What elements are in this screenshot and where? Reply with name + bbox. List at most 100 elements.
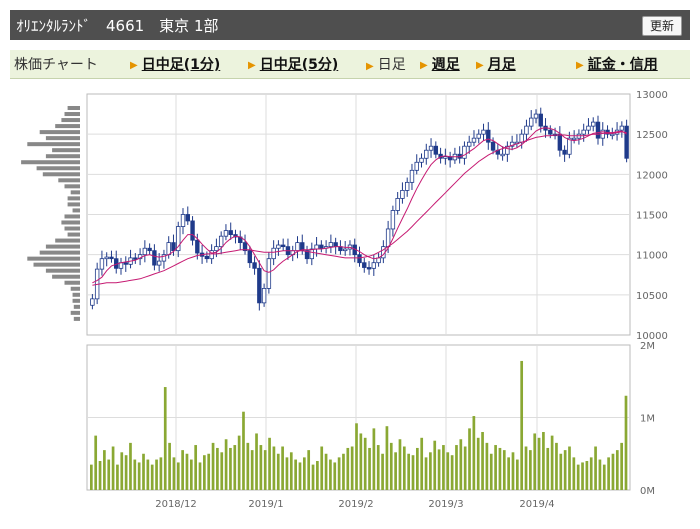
- volume-bar: [142, 453, 145, 490]
- volume-bar: [333, 462, 337, 490]
- candle-body: [156, 260, 162, 266]
- price-profile-bar: [33, 262, 80, 267]
- volume-bar: [307, 450, 311, 490]
- volume-bar: [463, 446, 467, 490]
- volume-bar: [437, 449, 441, 490]
- volume-bar: [311, 464, 315, 490]
- volume-bar: [90, 464, 93, 490]
- price-profile-bar: [39, 250, 80, 255]
- price-profile-bar: [61, 220, 80, 225]
- volume-bar: [442, 445, 445, 490]
- candle-body: [223, 230, 229, 237]
- volume-bar: [302, 457, 306, 490]
- price-profile-bar: [52, 274, 80, 279]
- candle-body: [180, 214, 186, 227]
- volume-bar: [459, 439, 463, 490]
- candle-body: [319, 244, 324, 249]
- volume-bar: [272, 446, 276, 490]
- candle-body: [257, 267, 262, 304]
- candle-body: [195, 239, 200, 254]
- candle-body: [462, 145, 467, 159]
- volume-bar: [398, 439, 402, 490]
- candle-body: [366, 267, 372, 270]
- volume-bar: [346, 447, 350, 490]
- volume-tick-label: 1M: [640, 414, 655, 425]
- volume-bar: [220, 452, 224, 490]
- x-tick-label: 2019/2: [338, 499, 373, 510]
- volume-bar: [107, 459, 111, 490]
- candle-body: [529, 117, 534, 127]
- volume-bar: [176, 462, 180, 490]
- candle-body: [385, 228, 391, 248]
- candle-body: [109, 256, 114, 260]
- volume-bar: [424, 457, 428, 490]
- candle-body: [152, 250, 157, 266]
- price-profile-bar: [61, 118, 80, 123]
- candle-body: [562, 149, 567, 155]
- volume-bar: [211, 442, 215, 490]
- price-profile-bar: [67, 196, 80, 201]
- volume-bar: [607, 457, 610, 490]
- stock-chart: 130001250012000115001100010500100002M1M0…: [21, 90, 668, 510]
- candle-body: [276, 244, 281, 249]
- volume-bar: [316, 461, 319, 490]
- volume-bar: [363, 437, 367, 490]
- price-profile-bar: [21, 160, 81, 165]
- candle-body: [400, 189, 405, 199]
- candle-body: [404, 181, 410, 191]
- candle-body: [280, 244, 286, 248]
- price-profile-bar: [39, 130, 80, 135]
- volume-bar: [615, 450, 619, 490]
- volume-bar: [494, 445, 497, 490]
- candle-body: [204, 255, 210, 260]
- volume-bar: [342, 453, 345, 490]
- volume-bar: [572, 457, 576, 490]
- candle-body: [557, 133, 563, 151]
- volume-bar: [546, 447, 550, 490]
- candle-body: [271, 247, 276, 260]
- volume-bar: [168, 442, 171, 490]
- volume-bar: [563, 450, 567, 490]
- price-profile-bar: [72, 298, 80, 303]
- price-profile-bar: [42, 172, 80, 177]
- volume-bar: [207, 453, 211, 490]
- volume-bar: [407, 453, 411, 490]
- candle-body: [619, 125, 625, 131]
- price-profile-bar: [45, 244, 80, 249]
- volume-bar: [185, 453, 189, 490]
- candle-body: [490, 141, 496, 151]
- volume-bar: [129, 442, 132, 490]
- candle-body: [409, 169, 415, 183]
- volume-bar: [350, 446, 354, 490]
- volume-bar: [320, 446, 324, 490]
- volume-bar: [285, 457, 289, 490]
- volume-bar: [259, 445, 263, 490]
- volume-bar: [233, 445, 237, 490]
- volume-bar: [281, 446, 284, 490]
- volume-bar: [250, 450, 254, 490]
- volume-bar: [485, 442, 489, 490]
- price-profile-bar: [72, 208, 80, 213]
- volume-bar: [329, 459, 332, 490]
- volume-bar: [411, 455, 415, 490]
- price-profile-bar: [55, 124, 80, 129]
- volume-bar: [502, 450, 506, 490]
- candle-body: [342, 248, 348, 252]
- price-profile-bar: [64, 112, 80, 117]
- candle-body: [247, 250, 252, 264]
- volume-bar: [120, 452, 124, 490]
- volume-bar: [246, 442, 250, 490]
- price-profile-bar: [64, 226, 80, 231]
- volume-bar: [216, 447, 219, 490]
- candle-body: [476, 133, 481, 139]
- volume-bar: [237, 435, 241, 490]
- volume-bar: [124, 455, 128, 490]
- volume-bar: [533, 433, 537, 490]
- volume-bar: [394, 452, 397, 490]
- volume-bar: [324, 453, 328, 490]
- price-profile-bar: [73, 316, 80, 321]
- candle-body: [538, 113, 543, 127]
- volume-bar: [229, 447, 232, 490]
- price-profile-bar: [70, 190, 80, 195]
- volume-bar: [242, 411, 245, 490]
